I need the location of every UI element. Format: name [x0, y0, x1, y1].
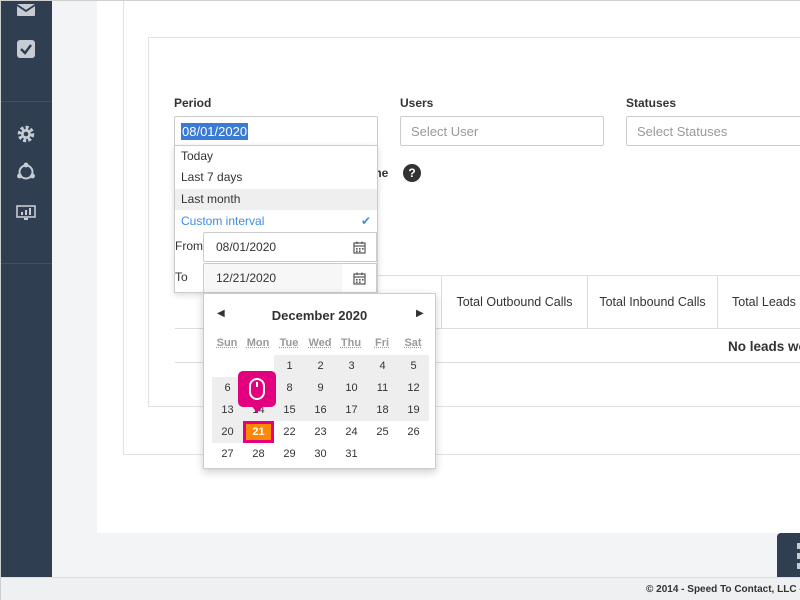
question-icon[interactable]: ?: [403, 164, 421, 182]
weekday-label: Tue: [274, 337, 304, 349]
statuses-select[interactable]: Select Statuses: [626, 116, 800, 146]
check-icon: ✔: [361, 211, 371, 232]
calendar-day[interactable]: 18: [367, 399, 398, 421]
calendar-day[interactable]: 24: [336, 421, 367, 443]
calendar-day[interactable]: 26: [398, 421, 429, 443]
calendar-day[interactable]: 31: [336, 443, 367, 465]
copyright-text: © 2014 - Speed To Contact, LLC - All: [646, 584, 800, 595]
option-custom-interval-label: Custom interval: [181, 214, 264, 228]
period-value: 08/01/2020: [181, 123, 248, 140]
from-date-input[interactable]: 08/01/2020: [203, 232, 343, 262]
calendar-day[interactable]: 12: [398, 377, 429, 399]
calendar-day[interactable]: 2: [305, 355, 336, 377]
users-select[interactable]: Select User: [400, 116, 604, 146]
next-month-arrow[interactable]: ▶: [416, 308, 424, 319]
footer: © 2014 - Speed To Contact, LLC - All: [1, 577, 800, 600]
calendar-day[interactable]: 11: [367, 377, 398, 399]
cursor-pointer: [251, 405, 263, 413]
calendar-day[interactable]: 17: [336, 399, 367, 421]
calendar-day[interactable]: 19: [398, 399, 429, 421]
weekday-label: Wed: [305, 337, 335, 349]
calendar-title: December 2020: [204, 308, 435, 323]
calendar-day[interactable]: 16: [305, 399, 336, 421]
users-placeholder: Select User: [411, 124, 478, 139]
from-label: From: [175, 239, 203, 253]
sidebar-divider: [1, 101, 52, 102]
calendar-day[interactable]: 28: [243, 443, 274, 465]
statuses-placeholder: Select Statuses: [637, 124, 727, 139]
calendar-day[interactable]: 22: [274, 421, 305, 443]
calendar-day[interactable]: 10: [336, 377, 367, 399]
header-total-inbound-calls: Total Inbound Calls: [587, 276, 717, 328]
network-icon[interactable]: [15, 161, 37, 183]
calendar-day[interactable]: 20: [212, 421, 243, 443]
empty-message: No leads wo: [728, 339, 800, 354]
calendar-day[interactable]: 23: [305, 421, 336, 443]
header-total-outbound-calls: Total Outbound Calls: [441, 276, 587, 328]
period-label: Period: [174, 96, 211, 110]
statuses-label: Statuses: [626, 96, 676, 110]
to-label: To: [175, 270, 188, 284]
period-dropdown: Today Last 7 days Last month Custom inte…: [174, 145, 378, 293]
calendar-day[interactable]: 9: [305, 377, 336, 399]
header-total-leads: Total Leads: [717, 276, 800, 328]
option-last-month[interactable]: Last month: [175, 189, 377, 210]
calendar-year: 2020: [338, 308, 367, 323]
calendar-icon[interactable]: [342, 232, 377, 262]
mouse-icon: [248, 378, 266, 400]
option-today[interactable]: Today: [175, 146, 377, 167]
floating-menu-button[interactable]: [777, 533, 800, 577]
calendar-day[interactable]: 15: [274, 399, 305, 421]
calendar-day[interactable]: 29: [274, 443, 305, 465]
calendar-day[interactable]: 1: [274, 355, 305, 377]
mail-icon[interactable]: [15, 0, 37, 21]
calendar-month: December: [272, 308, 335, 323]
monitor-chart-icon[interactable]: [15, 202, 37, 224]
calendar-day[interactable]: 25: [367, 421, 398, 443]
to-date-input[interactable]: 12/21/2020: [203, 263, 343, 293]
calendar-day-selected[interactable]: 21: [243, 421, 274, 443]
weekday-label: Sat: [398, 337, 428, 349]
calendar-icon[interactable]: [342, 263, 377, 293]
sidebar-divider: [1, 263, 52, 264]
calendar-day[interactable]: 27: [212, 443, 243, 465]
users-label: Users: [400, 96, 433, 110]
calendar-day[interactable]: 4: [367, 355, 398, 377]
period-input[interactable]: 08/01/2020: [174, 116, 378, 146]
option-custom-interval[interactable]: Custom interval ✔: [175, 211, 377, 232]
weekday-label: Thu: [336, 337, 366, 349]
weekday-label: Fri: [367, 337, 397, 349]
calendar-day[interactable]: 5: [398, 355, 429, 377]
option-last-7-days[interactable]: Last 7 days: [175, 167, 377, 188]
sidebar: [1, 1, 52, 577]
cursor-highlight: [238, 371, 276, 407]
calendar-day[interactable]: 30: [305, 443, 336, 465]
calendar-day[interactable]: 3: [336, 355, 367, 377]
weekday-label: Sun: [212, 337, 242, 349]
gear-icon[interactable]: [15, 123, 37, 145]
calendar-day[interactable]: 8: [274, 377, 305, 399]
checkbox-icon[interactable]: [15, 38, 37, 60]
weekday-label: Mon: [243, 337, 273, 349]
